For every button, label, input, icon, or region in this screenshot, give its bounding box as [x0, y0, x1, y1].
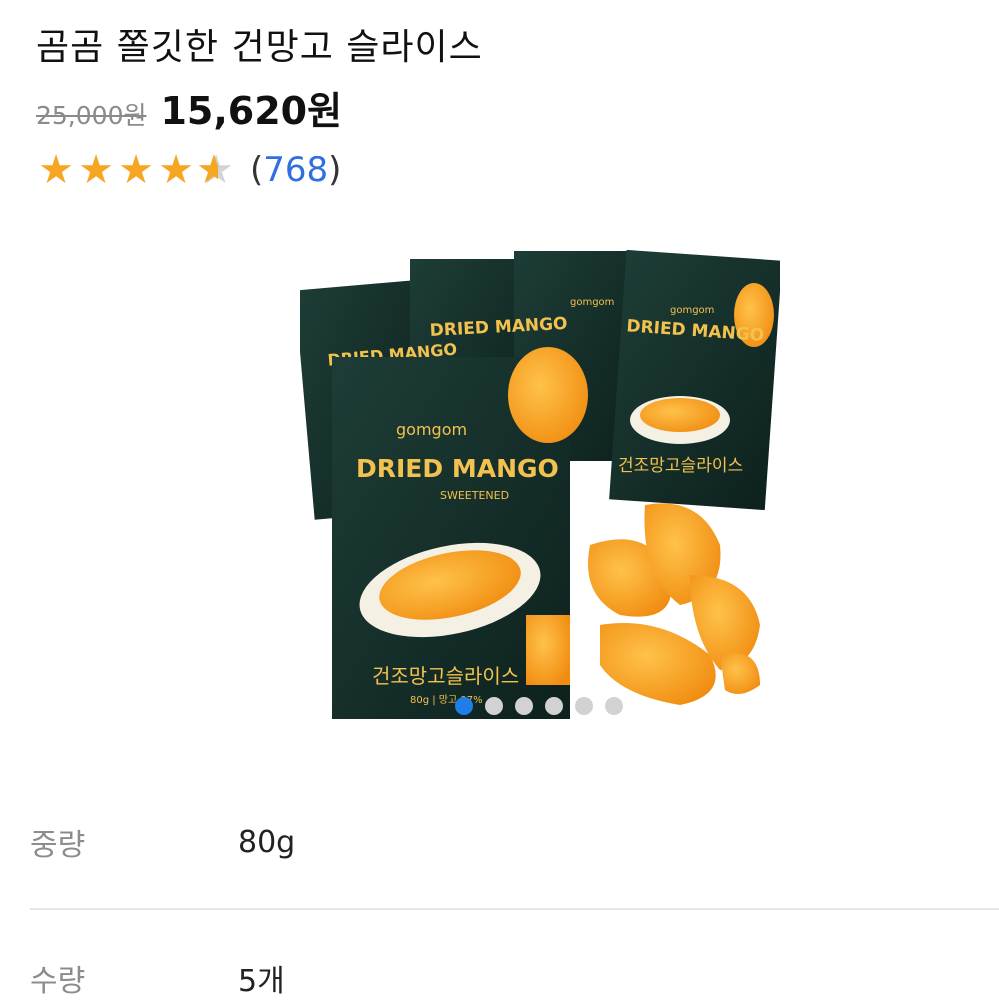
star-icon: ★	[118, 147, 154, 193]
mango-slices	[588, 503, 760, 705]
svg-text:건조망고슬라이스: 건조망고슬라이스	[618, 456, 743, 476]
original-price: 25,000원	[36, 101, 147, 130]
half-star-icon: ★	[196, 148, 236, 192]
carousel-dot[interactable]	[545, 697, 563, 715]
carousel-dot[interactable]	[515, 697, 533, 715]
star-icon: ★	[158, 147, 194, 193]
svg-text:DRIED MANGO: DRIED MANGO	[356, 454, 559, 483]
carousel-dot[interactable]	[485, 697, 503, 715]
spec-row-quantity: 수량 5개	[30, 956, 999, 1000]
svg-text:건조망고슬라이스: 건조망고슬라이스	[372, 664, 519, 688]
product-title: 곰곰 쫄깃한 건망고 슬라이스	[36, 27, 483, 68]
star-icon: ★	[78, 147, 114, 193]
front-pack: gomgom DRIED MANGO SWEETENED 건조망고슬라이스 80…	[332, 347, 588, 719]
rating-row[interactable]: ★ ★ ★ ★ ★ (768)	[36, 148, 341, 192]
spec-label: 중량	[30, 828, 86, 863]
star-icon: ★	[38, 147, 74, 193]
carousel-indicator	[455, 697, 623, 715]
price-row: 25,000원 15,620원	[36, 80, 342, 135]
product-image[interactable]: DRIED MANGO DRIED MANGO DRIED MANGO gomg…	[300, 245, 780, 725]
svg-text:gomgom: gomgom	[396, 420, 467, 439]
svg-text:SWEETENED: SWEETENED	[440, 489, 509, 502]
carousel-dot[interactable]	[605, 697, 623, 715]
star-rating: ★ ★ ★ ★ ★	[36, 148, 236, 192]
carousel-dot[interactable]	[455, 697, 473, 715]
divider	[30, 908, 999, 910]
sale-price: 15,620원	[160, 89, 343, 133]
spec-row-weight: 중량 80g	[30, 820, 999, 864]
spec-value: 5개	[238, 964, 285, 999]
svg-text:gomgom: gomgom	[570, 297, 614, 308]
svg-text:gomgom: gomgom	[670, 305, 714, 316]
spec-label: 수량	[30, 964, 86, 999]
review-count-link[interactable]: (768)	[250, 150, 341, 190]
carousel-dot[interactable]	[575, 697, 593, 715]
spec-value: 80g	[238, 824, 296, 860]
